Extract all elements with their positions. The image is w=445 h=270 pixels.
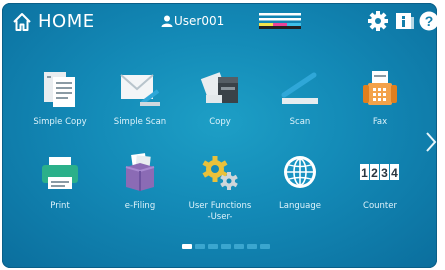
page-dot[interactable] <box>234 244 244 249</box>
page-dot[interactable] <box>221 244 231 249</box>
user-functions-icon <box>202 156 238 190</box>
toner-status-icon[interactable] <box>259 13 301 29</box>
app-scan[interactable]: Scan <box>260 69 340 139</box>
home-screen: HOME User001 ? Simple Copy Simple Scan C… <box>2 3 437 268</box>
app-label: Print <box>50 201 70 211</box>
page-dot[interactable] <box>260 244 270 249</box>
app-language[interactable]: Language <box>260 153 340 223</box>
print-icon <box>42 157 78 189</box>
app-print[interactable]: Print <box>20 153 100 223</box>
app-grid: Simple Copy Simple Scan Copy Scan Fax Pr… <box>20 69 430 222</box>
app-label: Simple Copy <box>33 117 87 127</box>
counter-digit: 2 <box>371 166 378 180</box>
page-dot[interactable] <box>208 244 218 249</box>
counter-digit: 1 <box>361 166 368 180</box>
app-label: Copy <box>209 117 231 127</box>
top-bar: HOME User001 ? <box>2 3 437 39</box>
next-page-arrow-icon[interactable] <box>425 131 437 153</box>
counter-digit: 3 <box>381 166 388 180</box>
help-icon[interactable]: ? <box>419 11 437 31</box>
app-label: Fax <box>372 117 388 127</box>
home-icon[interactable] <box>12 12 32 32</box>
gear-icon[interactable] <box>368 11 388 31</box>
svg-text:?: ? <box>425 13 434 29</box>
app-label: e-Filing <box>124 201 156 211</box>
copy-icon <box>200 72 238 103</box>
info-icon[interactable] <box>395 11 415 31</box>
globe-icon <box>284 156 316 188</box>
simple-scan-icon <box>120 74 160 106</box>
simple-copy-icon <box>44 72 75 107</box>
page-dot[interactable] <box>195 244 205 249</box>
page-dot[interactable] <box>247 244 257 249</box>
app-label: Scan <box>289 117 311 127</box>
app-fax[interactable]: Fax <box>340 69 420 139</box>
home-label[interactable]: HOME <box>38 11 95 32</box>
page-dot[interactable] <box>182 244 192 249</box>
user-icon <box>161 15 173 27</box>
app-copy[interactable]: Copy <box>180 69 260 139</box>
app-efiling[interactable]: e-Filing <box>100 153 180 223</box>
app-user-functions[interactable]: User Functions -User- <box>180 153 260 223</box>
scan-icon <box>281 72 318 104</box>
counter-icon: 1 2 3 4 <box>360 164 399 180</box>
counter-digit: 4 <box>391 166 398 180</box>
user-name[interactable]: User001 <box>174 14 224 28</box>
efiling-icon <box>125 153 155 191</box>
app-label: User Functions -User- <box>188 201 252 222</box>
app-label: Language <box>279 201 321 211</box>
app-simple-scan[interactable]: Simple Scan <box>100 69 180 139</box>
app-label: Counter <box>363 201 397 211</box>
app-simple-copy[interactable]: Simple Copy <box>20 69 100 139</box>
fax-icon <box>363 71 397 105</box>
app-label: Simple Scan <box>113 117 167 127</box>
app-counter[interactable]: 1 2 3 4 Counter <box>340 153 420 223</box>
